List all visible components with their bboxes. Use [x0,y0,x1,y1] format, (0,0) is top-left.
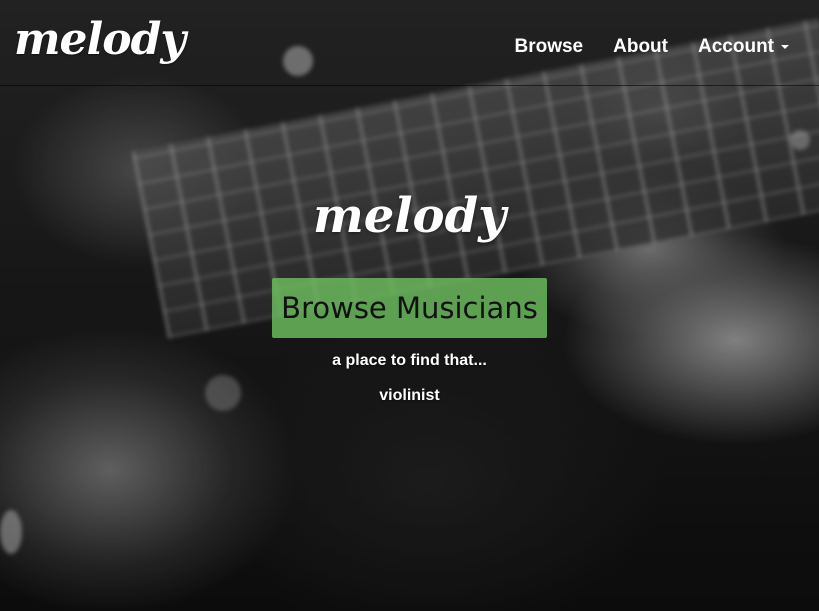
nav-item-label: Account [698,36,774,57]
nav-item-account-dropdown[interactable]: Account [683,34,789,60]
cta-container: Browse Musicians [0,278,819,338]
top-navbar: melody Browse About Account [0,0,819,86]
brand-logo-link[interactable]: melody [14,14,186,66]
hero-tagline: a place to find that... [332,352,487,369]
browse-musicians-button[interactable]: Browse Musicians [272,278,547,338]
nav-item-label: About [613,36,668,57]
hero-title: melody [312,188,507,244]
nav-menu: Browse About Account [499,34,789,60]
landing-page: melody Browse About Account melody Brows… [0,0,819,611]
nav-item-browse[interactable]: Browse [499,34,598,60]
caret-down-icon [781,45,789,49]
hero-rotating-word: violinist [379,387,440,404]
nav-item-about[interactable]: About [598,34,683,60]
nav-item-label: Browse [514,36,584,57]
